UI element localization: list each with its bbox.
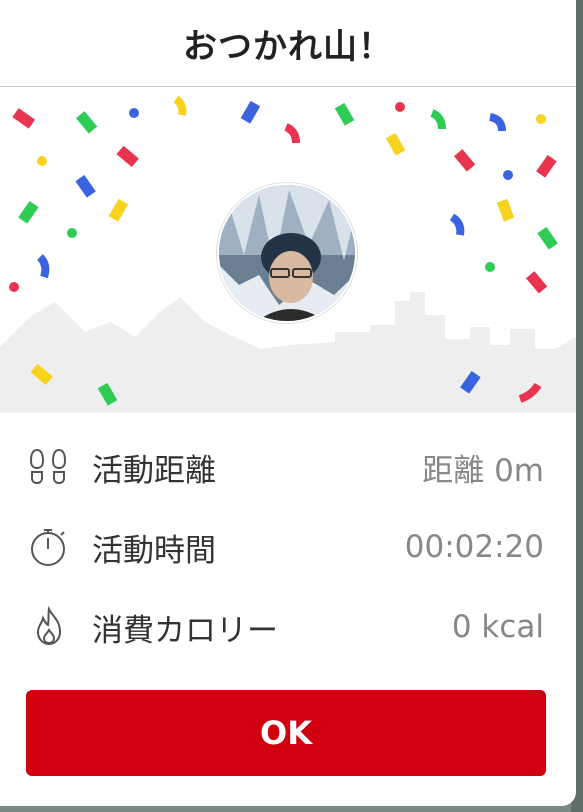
ok-button[interactable]: OK [26,690,546,776]
stat-label: 活動時間 [92,532,216,569]
confetti-piece [485,262,495,272]
confetti-piece [536,154,557,178]
stat-label: 活動距離 [92,452,216,489]
dialog-title: おつかれ山！ [183,26,393,67]
confetti-piece [75,111,98,134]
stat-row-calories: 消費カロリー 0 kcal [0,587,576,667]
completion-dialog: おつかれ山！ 活動距離 距離 0m 活動時間 00:02:20 消費カロリー 0… [0,0,576,806]
confetti-piece [430,109,446,130]
confetti-piece [173,95,187,116]
confetti-piece [496,198,515,222]
stat-row-distance: 活動距離 距離 0m [0,427,576,507]
confetti-piece [108,198,129,222]
confetti-piece [284,123,300,144]
stat-row-duration: 活動時間 00:02:20 [0,507,576,587]
confetti-piece [385,132,406,156]
confetti-piece [453,149,476,172]
confetti-piece [503,170,513,180]
footprints-icon [29,448,67,485]
confetti-piece [449,213,465,236]
stat-value: 距離 0m [422,452,544,489]
confetti-piece [129,108,139,118]
confetti-piece [240,100,261,124]
activity-stats: 活動距離 距離 0m 活動時間 00:02:20 消費カロリー 0 kcal [0,413,576,667]
confetti-piece [12,108,36,129]
confetti-piece [537,226,558,250]
stat-label: 消費カロリー [92,612,278,649]
stat-value: 0 kcal [451,609,544,645]
confetti-piece [75,174,96,198]
confetti-piece [489,113,506,132]
confetti-piece [37,156,47,166]
confetti-piece [116,145,139,168]
confetti-piece [37,254,50,279]
stopwatch-icon [31,529,65,566]
confetti-piece [9,282,19,292]
confetti-piece [395,102,405,112]
stat-value: 00:02:20 [404,529,544,565]
dialog-header: おつかれ山！ [0,0,576,87]
confetti-piece [18,200,39,224]
celebration-banner [0,87,576,413]
confetti-piece [67,228,77,238]
confetti-piece [536,114,546,124]
user-avatar [217,183,357,323]
confetti-piece [334,102,355,126]
flame-icon [36,606,62,646]
confetti-piece [525,271,548,294]
